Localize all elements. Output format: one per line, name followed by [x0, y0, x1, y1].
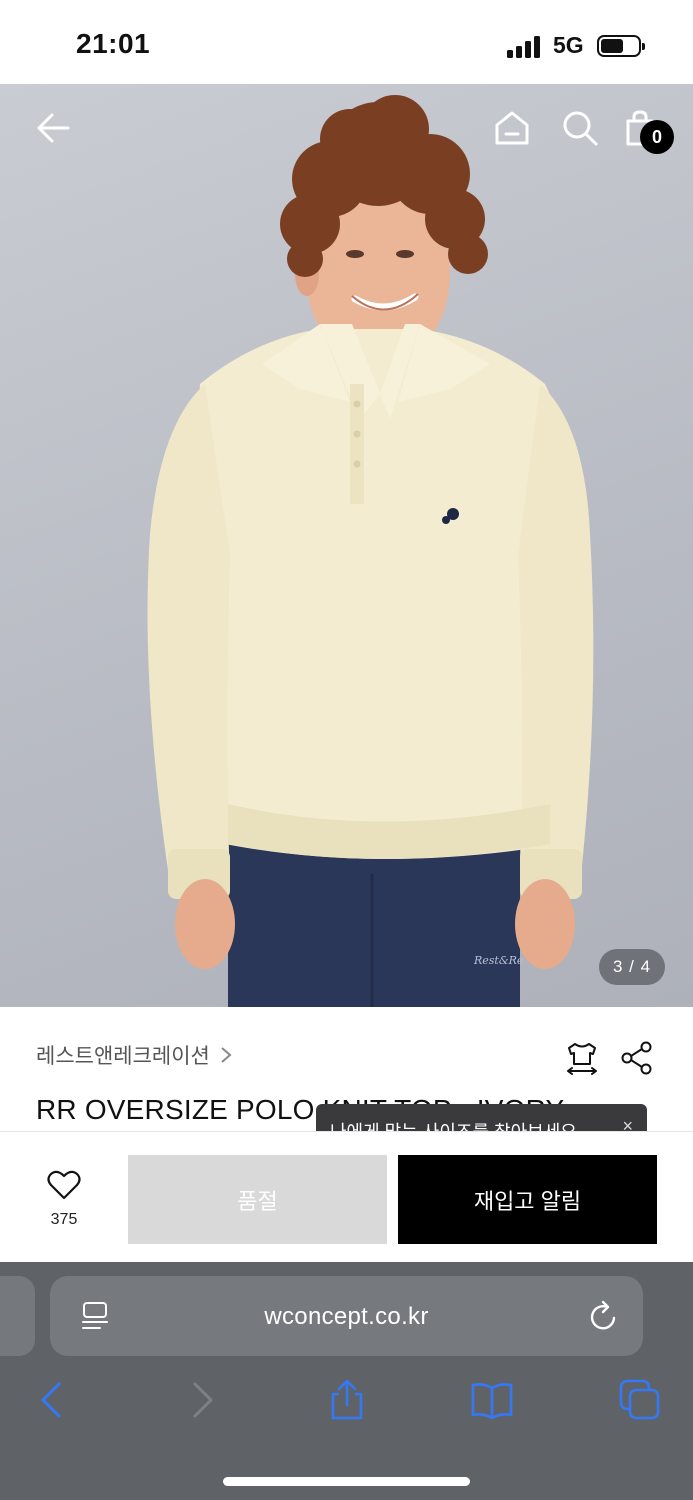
like-count: 375 — [50, 1211, 78, 1228]
share-icon[interactable] — [619, 1040, 655, 1076]
chevron-right-icon — [221, 1047, 232, 1063]
arrow-left-icon — [37, 113, 70, 143]
gallery-counter: 3 / 4 — [599, 949, 665, 985]
tooltip-close-icon[interactable]: × — [622, 1116, 633, 1132]
svg-text:Rest&Re: Rest&Re — [473, 954, 524, 967]
battery-icon — [597, 35, 645, 57]
status-bar: 21:01 5G — [0, 0, 693, 84]
network-type: 5G — [553, 32, 584, 58]
like-button[interactable]: 375 — [34, 1170, 94, 1229]
size-finder-tooltip[interactable]: 나에게 맞는 사이즈를 찾아보세요 × — [316, 1104, 647, 1132]
search-button[interactable] — [556, 104, 604, 152]
home-icon — [495, 111, 529, 145]
home-button[interactable] — [488, 104, 536, 152]
soldout-button[interactable]: 품절 — [128, 1155, 387, 1244]
home-indicator — [223, 1477, 470, 1486]
restock-alert-button[interactable]: 재입고 알림 — [398, 1155, 657, 1244]
cellular-signal-icon — [507, 36, 543, 58]
tabs-icon[interactable] — [618, 1378, 662, 1422]
bookmarks-icon[interactable] — [470, 1378, 514, 1422]
search-icon — [563, 111, 598, 146]
brand-name: 레스트앤레크레이션 — [36, 1045, 210, 1068]
back-nav-icon[interactable] — [30, 1378, 74, 1422]
reload-icon[interactable] — [588, 1299, 620, 1333]
heart-icon — [47, 1170, 81, 1200]
product-photo: Rest&Re — [147, 95, 594, 1007]
forward-nav-icon — [193, 1382, 213, 1418]
cart-count-badge: 0 — [640, 120, 674, 154]
back-button[interactable] — [29, 104, 77, 152]
size-guide-icon[interactable] — [564, 1040, 600, 1076]
status-time: 21:01 — [76, 28, 151, 59]
product-image-gallery[interactable]: Rest&Re 3 / 4 — [0, 84, 693, 1007]
share-sheet-icon[interactable] — [325, 1378, 369, 1422]
brand-link[interactable]: 레스트앤레크레이션 — [36, 1040, 232, 1070]
